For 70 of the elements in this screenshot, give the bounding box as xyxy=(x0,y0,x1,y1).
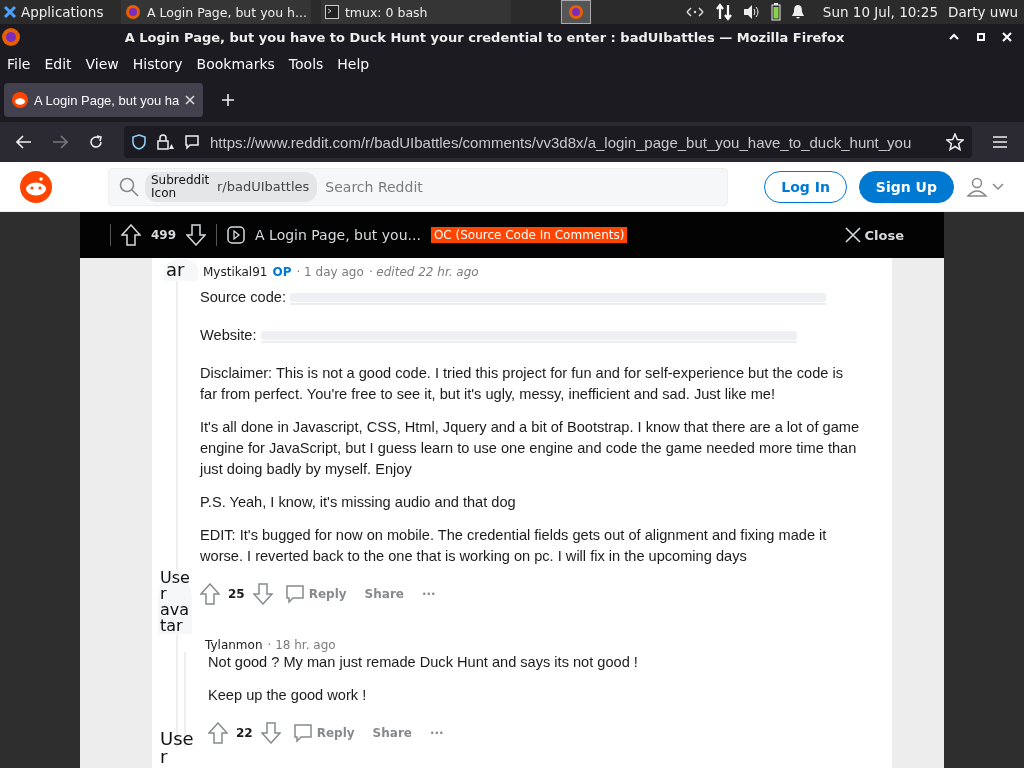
reload-icon[interactable] xyxy=(88,134,104,150)
comment-author[interactable]: Mystikal91 xyxy=(203,265,268,279)
menu-item[interactable]: History xyxy=(132,56,183,72)
shield-icon xyxy=(132,134,146,150)
minimize-icon[interactable] xyxy=(948,32,960,42)
vote-count: 499 xyxy=(151,228,177,242)
user-menu[interactable] xyxy=(966,176,1004,197)
sign-up-button[interactable]: Sign Up xyxy=(858,170,954,203)
paragraph-label: Website: xyxy=(200,326,257,345)
vote-count: 25 xyxy=(228,587,245,601)
flair-tag: OC (Source Code In Comments) xyxy=(430,227,628,243)
user-name[interactable]: Darty uwu xyxy=(948,4,1018,20)
window-title: A Login Page, but you have to Duck Hunt your credential to enter : badUIbattles — Mozilla Firefox xyxy=(123,29,846,45)
broken-avatar-alt-text: User avatar xyxy=(158,570,192,634)
edited-time: · edited 22 hr. ago xyxy=(368,265,479,279)
comment-paragraph: Not good ? My man just remade Duck Hunt and says its not good ! xyxy=(208,653,639,672)
browser-tab[interactable]: A Login Page, but you ha xyxy=(4,83,204,117)
menu-icon[interactable] xyxy=(992,135,1008,149)
menu-item[interactable]: Bookmarks xyxy=(196,56,275,72)
volume-icon[interactable] xyxy=(742,4,761,20)
alien-logo-icon[interactable] xyxy=(20,170,52,203)
person-icon xyxy=(966,176,988,197)
video-icon xyxy=(227,226,246,244)
menu-item[interactable]: File xyxy=(7,56,31,72)
vote-count: 22 xyxy=(236,726,253,740)
menu-item[interactable]: Tools xyxy=(288,56,324,72)
subreddit-name: r/badUIbattles xyxy=(217,179,310,194)
op-label: OP xyxy=(272,265,292,279)
applications-menu[interactable]: Applications xyxy=(0,4,111,20)
bell-icon[interactable] xyxy=(790,4,805,20)
x-logo-icon xyxy=(3,5,17,19)
speech-bubble-icon xyxy=(292,723,313,743)
taskbar-button[interactable]: A Login Page, but you h... xyxy=(121,0,311,24)
taskbar-button[interactable]: tmux: 0 bash xyxy=(320,0,511,24)
network-icon[interactable] xyxy=(684,5,705,19)
menu-item[interactable]: View xyxy=(85,56,119,72)
maximize-icon[interactable] xyxy=(976,32,986,42)
comment-paragraph: Disclaimer: This is not a good code. I tried this project for fun and for self-experience but the code is far from perfect. You're free to see it, but it's ugly, messy, inefficient and sad. Just like me! xyxy=(200,364,844,404)
battery-icon[interactable] xyxy=(770,3,781,21)
comment-time: · 1 day ago xyxy=(296,265,364,279)
close-button[interactable]: Close xyxy=(844,227,904,243)
comment-paragraph: It's all done in Javascript, CSS, Html, Jquery and a bit of Bootstrap. I know that there are a lot of game engine for JavaScript, but I guess learn to use one engine and code the game needed more time than just doing badly by myself. Enjoy xyxy=(200,418,860,479)
close-icon xyxy=(844,227,861,243)
post-title: A Login Page, but you... xyxy=(255,227,421,243)
comment-paragraph: Keep up the good work ! xyxy=(208,686,368,705)
log-in-button[interactable]: Log In xyxy=(764,170,847,203)
new-tab-icon[interactable] xyxy=(221,93,236,107)
lock-icon xyxy=(156,134,174,150)
menu-item[interactable]: Edit xyxy=(44,56,72,72)
comment-icon xyxy=(184,134,200,150)
comment-paragraph: EDIT: It's bugged for now on mobile. The credential fields gets out of alignment and fixing made it worse. I reverted back to the one that is working on pc. I will fix in the upcoming days xyxy=(200,526,828,566)
menu-item[interactable]: Help xyxy=(337,56,370,72)
comment-paragraph: P.S. Yeah, I know, it's missing audio and that dog xyxy=(200,493,517,512)
terminal-icon xyxy=(324,5,339,19)
transfer-icon[interactable] xyxy=(714,3,733,21)
forward-icon[interactable] xyxy=(52,135,68,149)
search-icon xyxy=(119,176,139,197)
speech-bubble-icon xyxy=(284,584,305,604)
caret-icon xyxy=(992,182,1004,191)
broken-avatar-alt-text: Use r xyxy=(160,730,195,766)
broken-avatar-alt-text: ar xyxy=(164,259,198,281)
star-icon[interactable] xyxy=(946,133,964,151)
comment-author[interactable]: Tylanmon xyxy=(205,638,263,652)
address-bar[interactable]: https://www.reddit.com/r/badUIbattles/comments/vv3d8x/a_login_page_but_you_have_to_duck_hunt_you xyxy=(124,126,972,158)
broken-image-alt-text: Subreddit Icon xyxy=(151,173,211,200)
clock: Sun 10 Jul, 10:25 xyxy=(822,4,939,20)
paragraph-label: Source code: xyxy=(200,288,286,307)
close-icon[interactable] xyxy=(185,95,196,105)
comment-time: · 18 hr. ago xyxy=(267,638,336,652)
back-icon[interactable] xyxy=(16,135,32,149)
